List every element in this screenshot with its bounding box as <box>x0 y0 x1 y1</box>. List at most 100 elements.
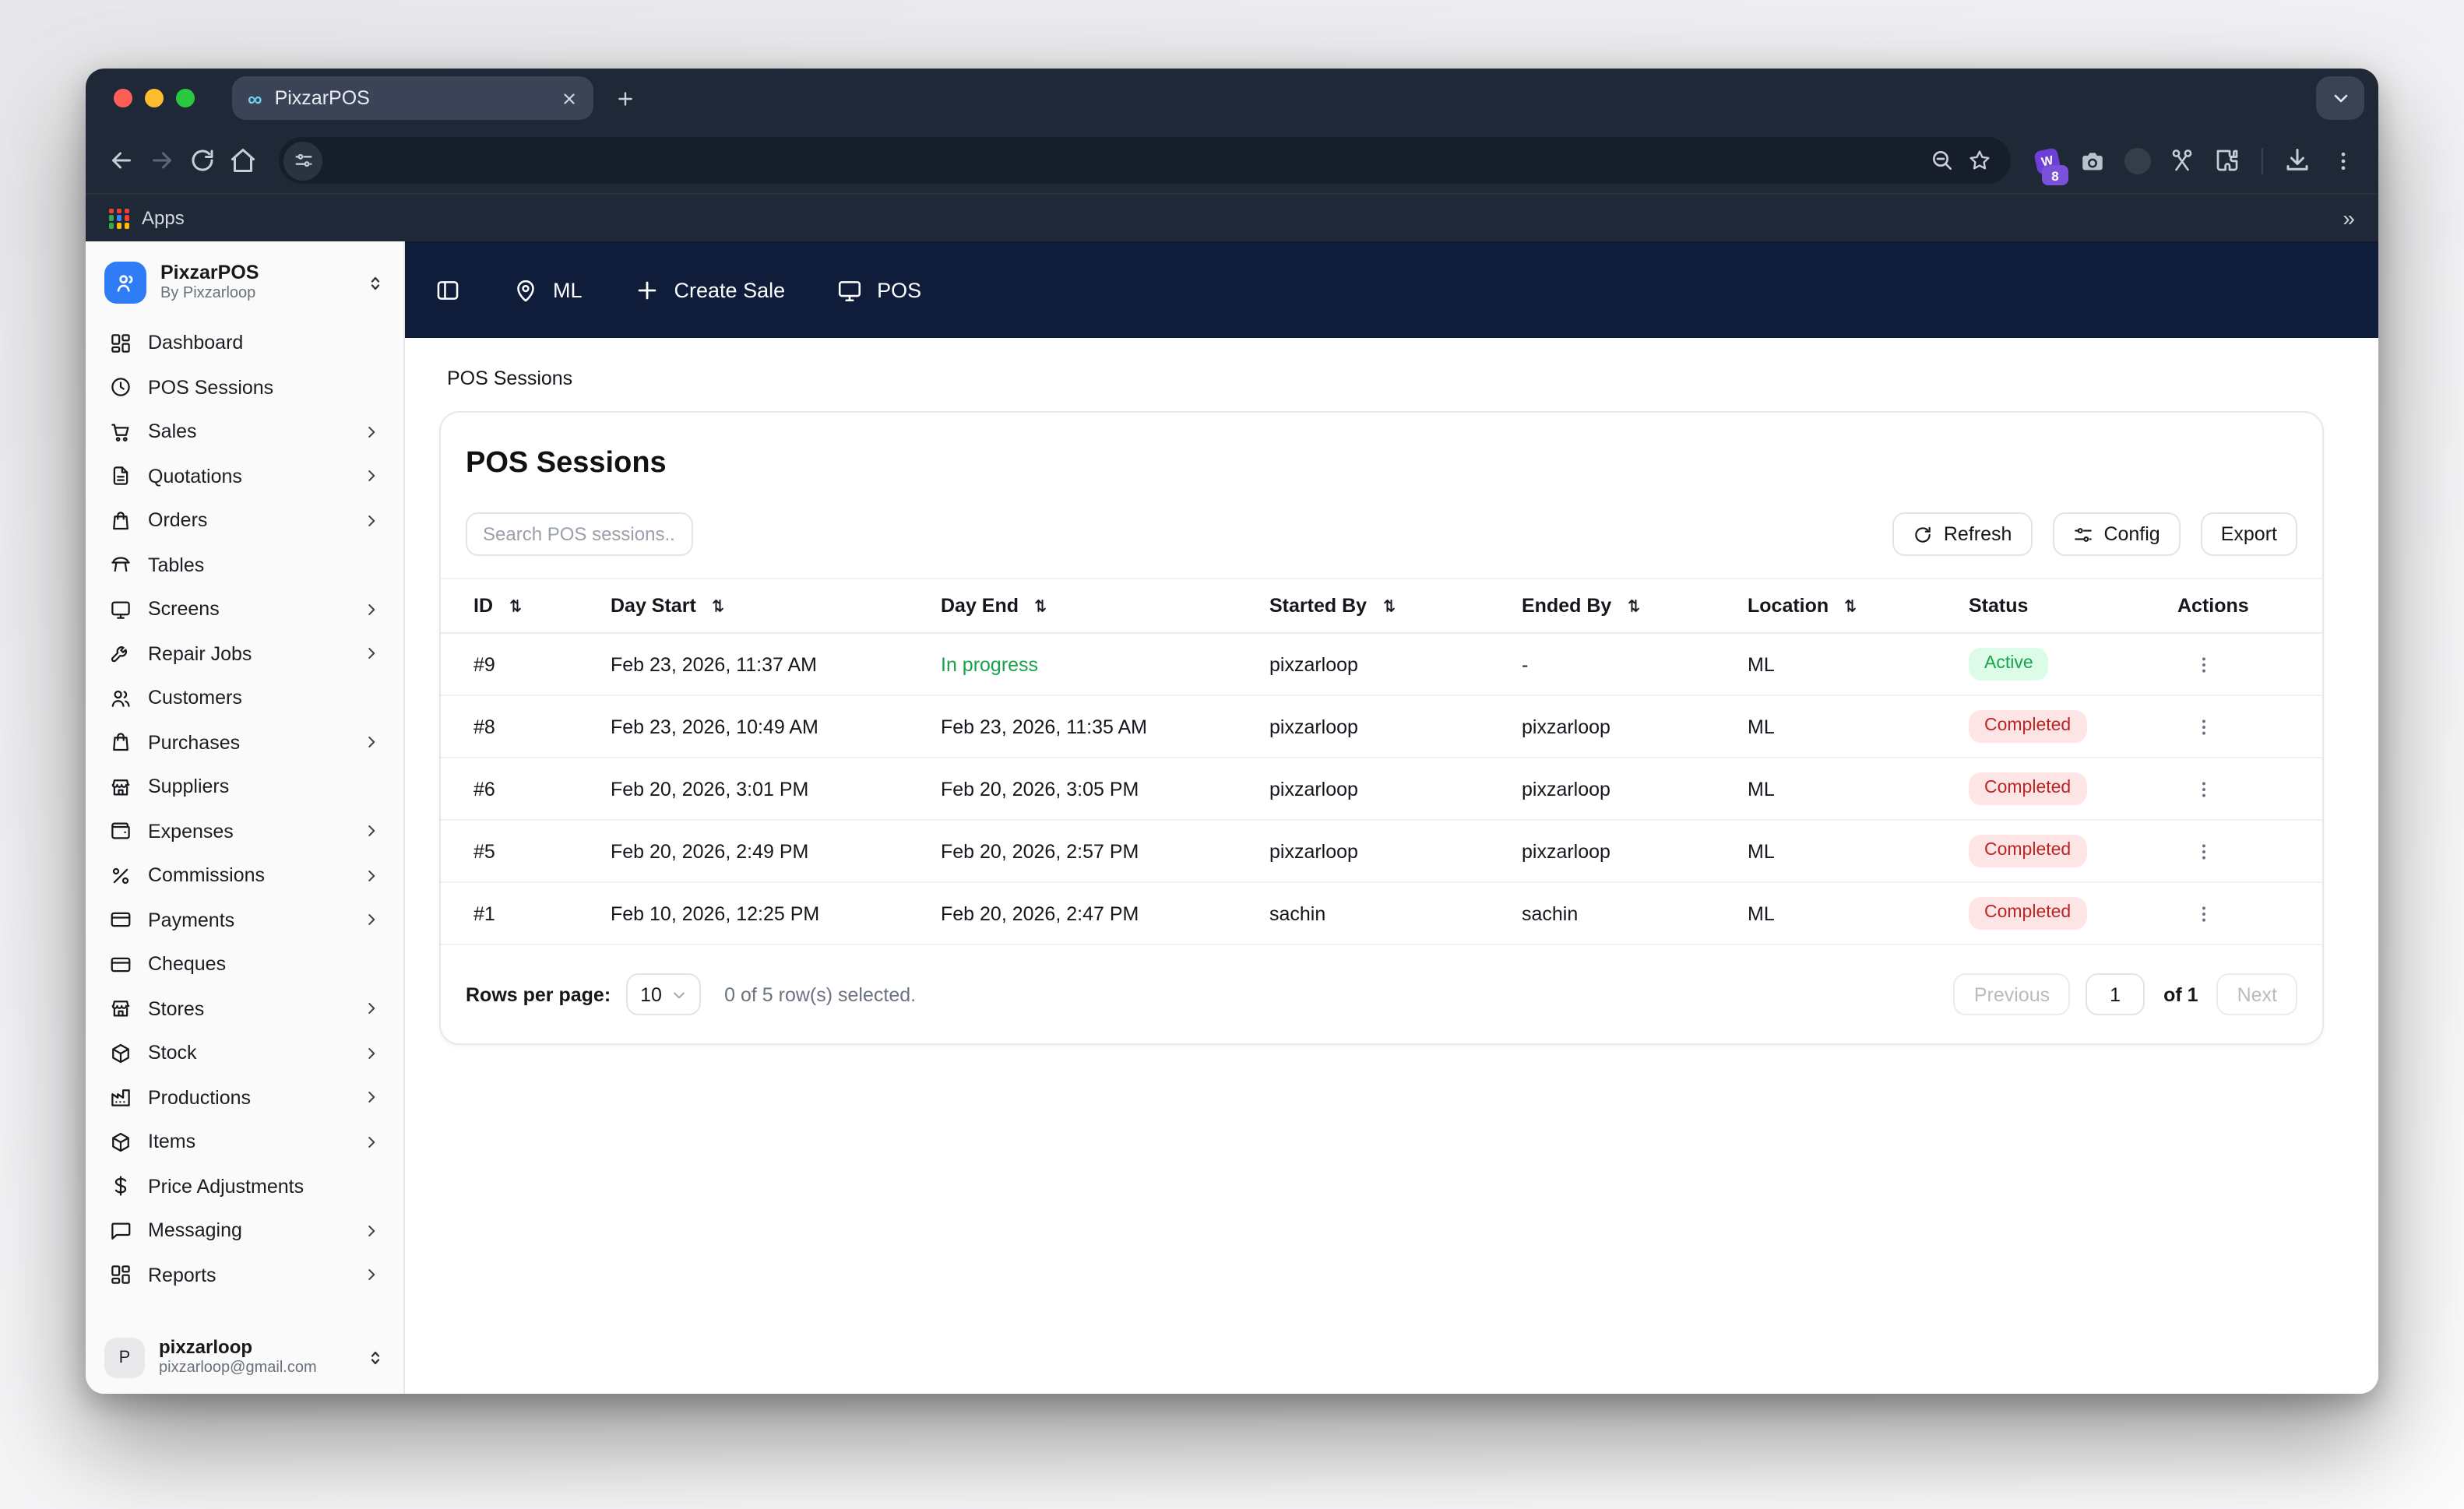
row-actions-kebab-icon[interactable] <box>2190 775 2218 803</box>
sidebar-item-suppliers[interactable]: Suppliers <box>101 765 388 809</box>
cell-day-end: In progress <box>941 653 1039 675</box>
column-header-ended-by[interactable]: Ended By <box>1522 595 1748 617</box>
page-number-input[interactable] <box>2086 973 2145 1015</box>
location-selector[interactable]: ML <box>512 276 583 303</box>
sidebar-item-label: Tables <box>148 554 205 576</box>
browser-toolbar: W 8 <box>86 128 2378 193</box>
sidebar-item-productions[interactable]: Productions <box>101 1075 388 1120</box>
pos-button[interactable]: POS <box>836 276 921 303</box>
pagination: Previous of 1 Next <box>1953 973 2297 1015</box>
row-actions-kebab-icon[interactable] <box>2190 712 2218 740</box>
extensions-puzzle-icon[interactable] <box>2207 140 2248 181</box>
row-actions-kebab-icon[interactable] <box>2190 837 2218 865</box>
previous-page-button[interactable]: Previous <box>1953 973 2071 1015</box>
sidebar-item-reports[interactable]: Reports <box>101 1253 388 1297</box>
sidebar-item-tables[interactable]: Tables <box>101 543 388 587</box>
sort-icon[interactable] <box>709 596 727 615</box>
sidebar-item-pos-sessions[interactable]: POS Sessions <box>101 365 388 410</box>
create-sale-button[interactable]: Create Sale <box>634 276 785 303</box>
column-header-location[interactable]: Location <box>1748 595 1969 617</box>
zoom-out-icon[interactable] <box>1924 142 1961 179</box>
sidebar-item-label: Screens <box>148 598 220 621</box>
reload-icon[interactable] <box>182 140 223 181</box>
screenshot-extension-icon[interactable] <box>2072 140 2112 181</box>
browser-tab[interactable]: ∞ PixzarPOS <box>232 76 593 120</box>
row-actions-kebab-icon[interactable] <box>2190 650 2218 678</box>
sidebar-toggle-icon[interactable] <box>435 276 461 303</box>
column-header-day-end[interactable]: Day End <box>941 595 1269 617</box>
sort-icon[interactable] <box>1031 596 1050 615</box>
zoom-window-button[interactable] <box>176 89 195 107</box>
chevron-right-icon <box>363 1222 380 1240</box>
cell-day-start: Feb 10, 2026, 12:25 PM <box>611 902 820 924</box>
sidebar-item-quotations[interactable]: Quotations <box>101 454 388 498</box>
table-row: #8 Feb 23, 2026, 10:49 AM Feb 23, 2026, 11… <box>441 696 2322 758</box>
new-tab-icon[interactable] <box>615 88 635 108</box>
next-page-button[interactable]: Next <box>2216 973 2297 1015</box>
export-button[interactable]: Export <box>2200 512 2297 556</box>
user-menu[interactable]: P pixzarloop pixzarloop@gmail.com <box>101 1322 388 1378</box>
package-icon <box>109 1042 132 1065</box>
address-bar[interactable] <box>279 137 2011 184</box>
apps-grid-icon[interactable] <box>109 208 129 228</box>
minimize-window-button[interactable] <box>145 89 164 107</box>
sort-icon[interactable] <box>1624 596 1642 615</box>
sidebar-item-dashboard[interactable]: Dashboard <box>101 321 388 365</box>
password-keys-extension-icon[interactable] <box>2162 140 2202 181</box>
sidebar-item-price-adjustments[interactable]: Price Adjustments <box>101 1164 388 1208</box>
store-icon <box>109 776 132 799</box>
cell-day-start: Feb 20, 2026, 3:01 PM <box>611 778 809 800</box>
tab-search-chevron-icon[interactable] <box>2316 76 2364 120</box>
site-settings-icon[interactable] <box>283 141 322 180</box>
sidebar-item-repair-jobs[interactable]: Repair Jobs <box>101 631 388 676</box>
forward-icon[interactable] <box>142 140 182 181</box>
cell-status: Completed <box>1969 834 2177 868</box>
search-input[interactable] <box>466 512 693 556</box>
sidebar-item-label: Quotations <box>148 465 242 487</box>
column-header-id[interactable]: ID <box>473 595 611 617</box>
sidebar-item-messaging[interactable]: Messaging <box>101 1208 388 1253</box>
chevron-right-icon <box>363 468 380 485</box>
back-icon[interactable] <box>101 140 142 181</box>
home-icon[interactable] <box>223 140 263 181</box>
config-button[interactable]: Config <box>2052 512 2181 556</box>
cell-status: Active <box>1969 647 2177 681</box>
column-header-started-by[interactable]: Started By <box>1269 595 1522 617</box>
extensions-area: W 8 <box>2026 140 2363 185</box>
wappalyzer-extension-icon[interactable]: W 8 <box>2026 140 2068 185</box>
hidden-extension-icon[interactable] <box>2117 140 2157 181</box>
sidebar-item-cheques[interactable]: Cheques <box>101 942 388 987</box>
sidebar-item-orders[interactable]: Orders <box>101 498 388 543</box>
sidebar-item-payments[interactable]: Payments <box>101 898 388 942</box>
sidebar-item-customers[interactable]: Customers <box>101 676 388 720</box>
sidebar-item-sales[interactable]: Sales <box>101 410 388 454</box>
column-header-day-start[interactable]: Day Start <box>611 595 941 617</box>
cell-day-start: Feb 23, 2026, 10:49 AM <box>611 716 818 737</box>
cell-day-end: Feb 20, 2026, 3:05 PM <box>941 778 1139 800</box>
sidebar-item-commissions[interactable]: Commissions <box>101 853 388 898</box>
sidebar-item-stock[interactable]: Stock <box>101 1031 388 1075</box>
cell-started-by: pixzarloop <box>1269 716 1358 737</box>
tab-close-icon[interactable] <box>561 90 578 107</box>
sidebar-item-stores[interactable]: Stores <box>101 987 388 1031</box>
sidebar-item-purchases[interactable]: Purchases <box>101 720 388 765</box>
bookmark-star-icon[interactable] <box>1961 142 1998 179</box>
rows-per-page-select[interactable]: 10 <box>626 973 702 1015</box>
bookmarks-overflow-chevron[interactable]: » <box>2343 206 2355 230</box>
downloads-icon[interactable] <box>2277 140 2318 181</box>
workspace-switcher[interactable]: PixzarPOS By Pixzarloop <box>101 254 388 321</box>
sort-icon[interactable] <box>1841 596 1860 615</box>
sidebar-item-expenses[interactable]: Expenses <box>101 809 388 853</box>
sort-icon[interactable] <box>1379 596 1398 615</box>
cell-actions <box>2177 899 2322 927</box>
sort-icon[interactable] <box>505 596 524 615</box>
sidebar-item-screens[interactable]: Screens <box>101 587 388 631</box>
sidebar-item-items[interactable]: Items <box>101 1120 388 1164</box>
apps-bookmark[interactable]: Apps <box>142 207 185 229</box>
refresh-button[interactable]: Refresh <box>1892 512 2033 556</box>
column-label: Day End <box>941 595 1019 617</box>
browser-menu-kebab-icon[interactable] <box>2322 140 2363 181</box>
chevron-right-icon <box>363 424 380 441</box>
row-actions-kebab-icon[interactable] <box>2190 899 2218 927</box>
close-window-button[interactable] <box>114 89 132 107</box>
